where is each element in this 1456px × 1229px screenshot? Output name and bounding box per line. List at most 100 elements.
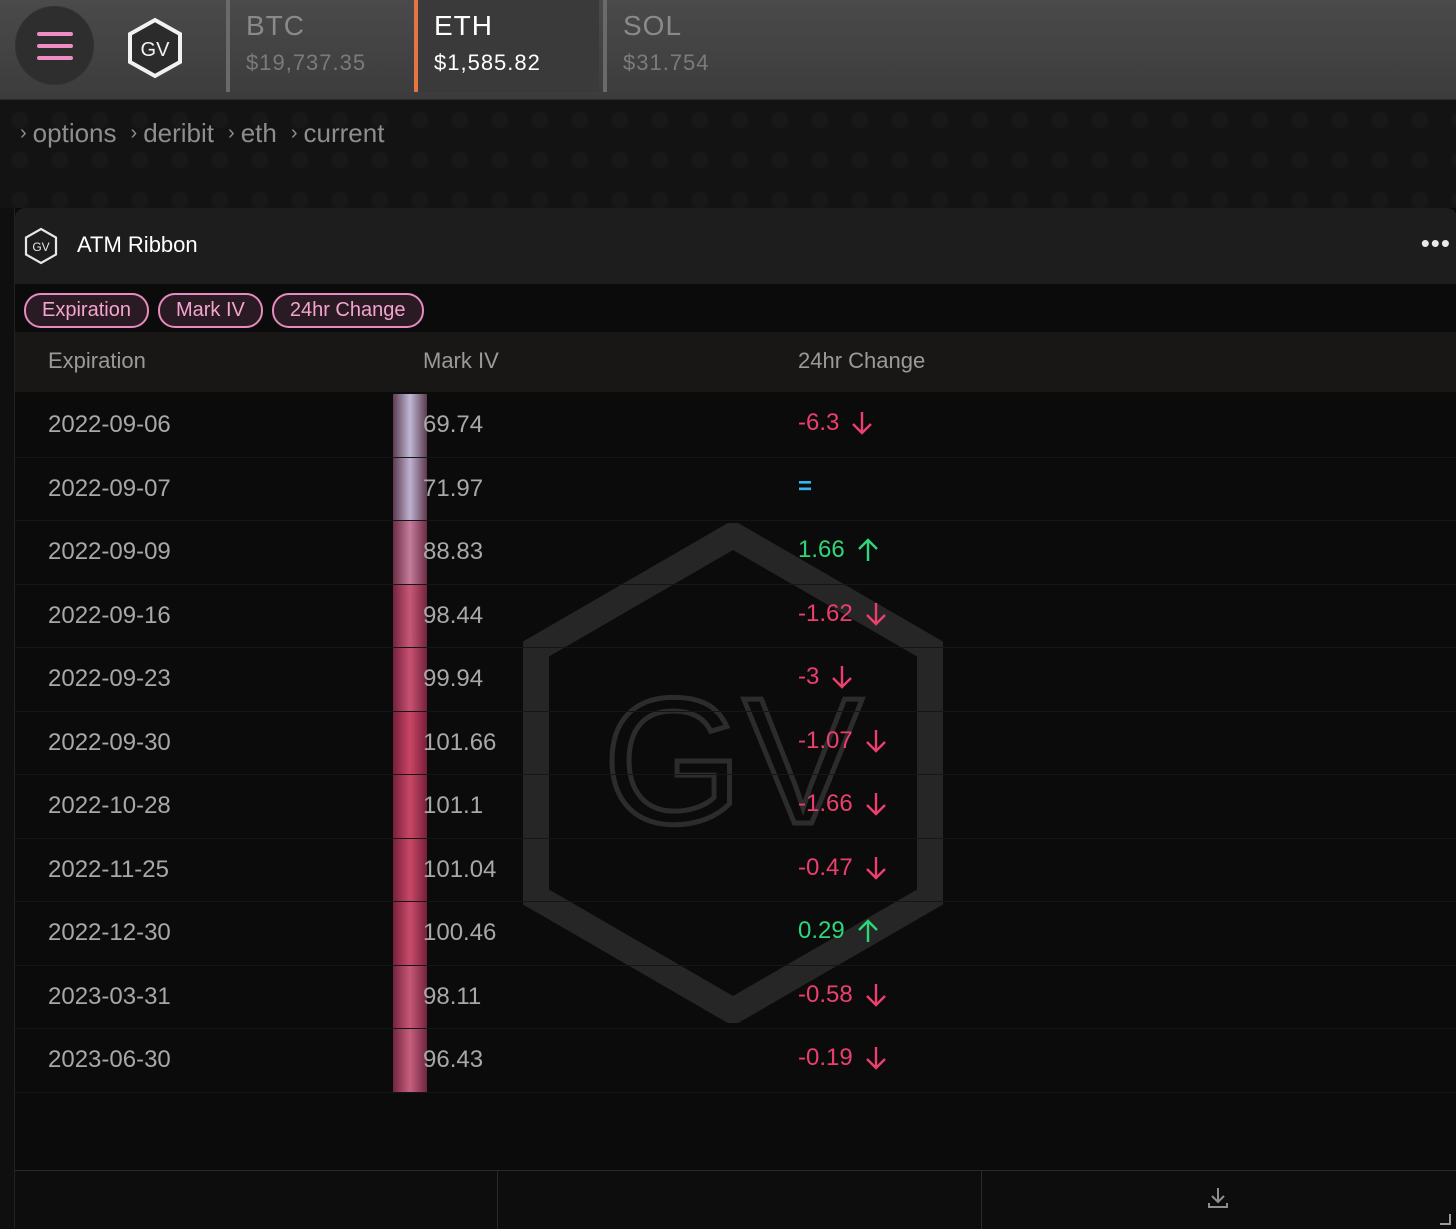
change-value: -1.07 bbox=[798, 726, 853, 754]
arrow-up-icon bbox=[857, 538, 878, 561]
table-row[interactable]: 2023-06-30 96.43 -0.19 bbox=[15, 1029, 1456, 1093]
cell-mark-iv: 101.04 bbox=[423, 855, 497, 883]
table-row[interactable]: 2022-10-28 101.1 -1.66 bbox=[15, 775, 1456, 839]
change-value: -0.47 bbox=[798, 853, 853, 881]
breadcrumb-item-options[interactable]: › options bbox=[20, 118, 117, 149]
download-icon[interactable] bbox=[1205, 1185, 1231, 1211]
cell-24hr-change: 0.29 bbox=[798, 917, 879, 945]
ticker-price: $19,737.35 bbox=[246, 50, 367, 75]
cell-24hr-change: 1.66 bbox=[798, 536, 879, 564]
gv-logo-icon[interactable]: GV bbox=[126, 17, 184, 79]
cell-expiration: 2023-06-30 bbox=[48, 1046, 171, 1073]
cell-expiration: 2022-09-23 bbox=[48, 665, 171, 692]
iv-ribbon-segment bbox=[393, 711, 427, 774]
chevron-right-icon: › bbox=[130, 122, 138, 144]
ticker-price: $31.754 bbox=[623, 50, 710, 75]
table-row[interactable]: 2022-09-30 101.66 -1.07 bbox=[15, 711, 1456, 775]
breadcrumb-item-current[interactable]: › current bbox=[291, 118, 385, 149]
cell-24hr-change: -0.47 bbox=[798, 854, 887, 882]
chip-expiration[interactable]: Expiration bbox=[24, 293, 149, 328]
cell-24hr-change: -0.19 bbox=[798, 1044, 887, 1072]
breadcrumb-item-deribit[interactable]: › deribit bbox=[131, 118, 215, 149]
iv-ribbon-segment bbox=[393, 775, 427, 838]
table-row[interactable]: 2022-09-16 98.44 -1.62 bbox=[15, 584, 1456, 648]
change-value: -1.66 bbox=[798, 790, 853, 817]
change-value: -6.3 bbox=[798, 409, 840, 436]
change-value: 0.29 bbox=[798, 917, 845, 944]
menu-button[interactable] bbox=[15, 6, 94, 85]
chevron-right-icon: › bbox=[20, 122, 27, 144]
table-row[interactable]: 2022-09-23 99.94 -3 bbox=[15, 648, 1456, 712]
chip-24hr-change[interactable]: 24hr Change bbox=[271, 293, 424, 328]
top-bar: GV BTC $19,737.35 ETH $1,585.82 SOL $31.… bbox=[0, 0, 1456, 100]
cell-24hr-change: -0.58 bbox=[798, 981, 887, 1009]
menu-icon-bar bbox=[37, 56, 73, 60]
change-value: -0.58 bbox=[798, 980, 853, 1008]
atm-ribbon-panel: GV ATM Ribbon ••• Expiration Mark IV 24h… bbox=[14, 208, 1456, 1229]
breadcrumb-area: › options › deribit › eth › current bbox=[0, 100, 1456, 208]
change-value: -1.62 bbox=[798, 599, 853, 627]
ticker-eth[interactable]: ETH $1,585.82 bbox=[414, 0, 599, 92]
breadcrumb-label: options bbox=[32, 118, 117, 148]
cell-expiration: 2022-09-07 bbox=[48, 474, 171, 502]
logo-text: GV bbox=[141, 39, 171, 61]
change-value: -0.19 bbox=[798, 1044, 853, 1071]
breadcrumb-label: current bbox=[303, 118, 385, 148]
breadcrumb-item-eth[interactable]: › eth bbox=[228, 118, 277, 149]
arrow-down-icon bbox=[865, 983, 886, 1007]
iv-ribbon-segment bbox=[393, 1029, 427, 1092]
cell-mark-iv: 101.66 bbox=[423, 728, 497, 756]
cell-24hr-change: -6.3 bbox=[798, 409, 873, 437]
table-row[interactable]: 2022-09-06 69.74 -6.3 bbox=[15, 394, 1456, 458]
cell-24hr-change: -1.66 bbox=[798, 790, 887, 818]
table-body: 2022-09-06 69.74 -6.3 2022-09-07 71.97 = 2022-… bbox=[15, 394, 1456, 1093]
arrow-down-icon bbox=[832, 666, 853, 689]
column-header-24hr-change[interactable]: 24hr Change bbox=[798, 348, 925, 374]
ticker-sol[interactable]: SOL $31.754 bbox=[603, 0, 788, 92]
cell-expiration: 2022-09-30 bbox=[48, 728, 171, 756]
iv-ribbon-segment bbox=[393, 457, 427, 520]
table-row[interactable]: 2022-09-09 88.83 1.66 bbox=[15, 521, 1456, 585]
ticker-btc[interactable]: BTC $19,737.35 bbox=[226, 0, 411, 92]
cell-expiration: 2022-09-16 bbox=[48, 601, 171, 629]
gv-logo-icon: GV bbox=[24, 227, 58, 265]
chevron-right-icon: › bbox=[290, 122, 298, 144]
cell-24hr-change: -1.07 bbox=[798, 727, 887, 755]
arrow-down-icon bbox=[865, 602, 886, 626]
change-value: = bbox=[798, 472, 813, 500]
table-row[interactable]: 2022-09-07 71.97 = bbox=[15, 457, 1456, 521]
cell-expiration: 2022-09-06 bbox=[48, 411, 171, 438]
cell-mark-iv: 98.11 bbox=[423, 982, 482, 1010]
footer-divider bbox=[497, 1171, 498, 1229]
table-header: Expiration Mark IV 24hr Change bbox=[15, 332, 1456, 392]
table-row[interactable]: 2022-12-30 100.46 0.29 bbox=[15, 902, 1456, 966]
arrow-down-icon bbox=[865, 1047, 886, 1070]
chip-mark-iv[interactable]: Mark IV bbox=[157, 293, 263, 328]
footer-divider bbox=[981, 1171, 982, 1229]
ticker-symbol: ETH bbox=[434, 10, 493, 41]
column-header-expiration[interactable]: Expiration bbox=[48, 348, 146, 374]
ticker-symbol: BTC bbox=[246, 10, 305, 41]
panel-title: ATM Ribbon bbox=[77, 232, 198, 257]
cell-expiration: 2022-12-30 bbox=[48, 919, 171, 946]
resize-handle-icon[interactable] bbox=[1439, 1213, 1451, 1225]
arrow-down-icon bbox=[865, 729, 886, 753]
iv-ribbon-segment bbox=[393, 521, 427, 584]
panel-footer bbox=[15, 1170, 1456, 1229]
breadcrumb-label: eth bbox=[240, 118, 277, 148]
menu-icon-bar bbox=[37, 44, 73, 48]
iv-ribbon-segment bbox=[393, 584, 427, 647]
cell-mark-iv: 71.97 bbox=[423, 474, 484, 502]
cell-24hr-change: -3 bbox=[798, 663, 853, 691]
more-icon[interactable]: ••• bbox=[1421, 228, 1451, 259]
column-header-mark-iv[interactable]: Mark IV bbox=[423, 348, 499, 374]
arrow-down-icon bbox=[865, 856, 886, 880]
table-row[interactable]: 2022-11-25 101.04 -0.47 bbox=[15, 838, 1456, 902]
cell-mark-iv: 96.43 bbox=[423, 1046, 484, 1073]
cell-mark-iv: 99.94 bbox=[423, 665, 484, 692]
arrow-down-icon bbox=[865, 793, 886, 816]
table-row[interactable]: 2023-03-31 98.11 -0.58 bbox=[15, 965, 1456, 1029]
cell-expiration: 2022-11-25 bbox=[48, 855, 169, 883]
breadcrumb: › options › deribit › eth › current bbox=[20, 118, 398, 149]
arrow-down-icon bbox=[852, 412, 873, 435]
